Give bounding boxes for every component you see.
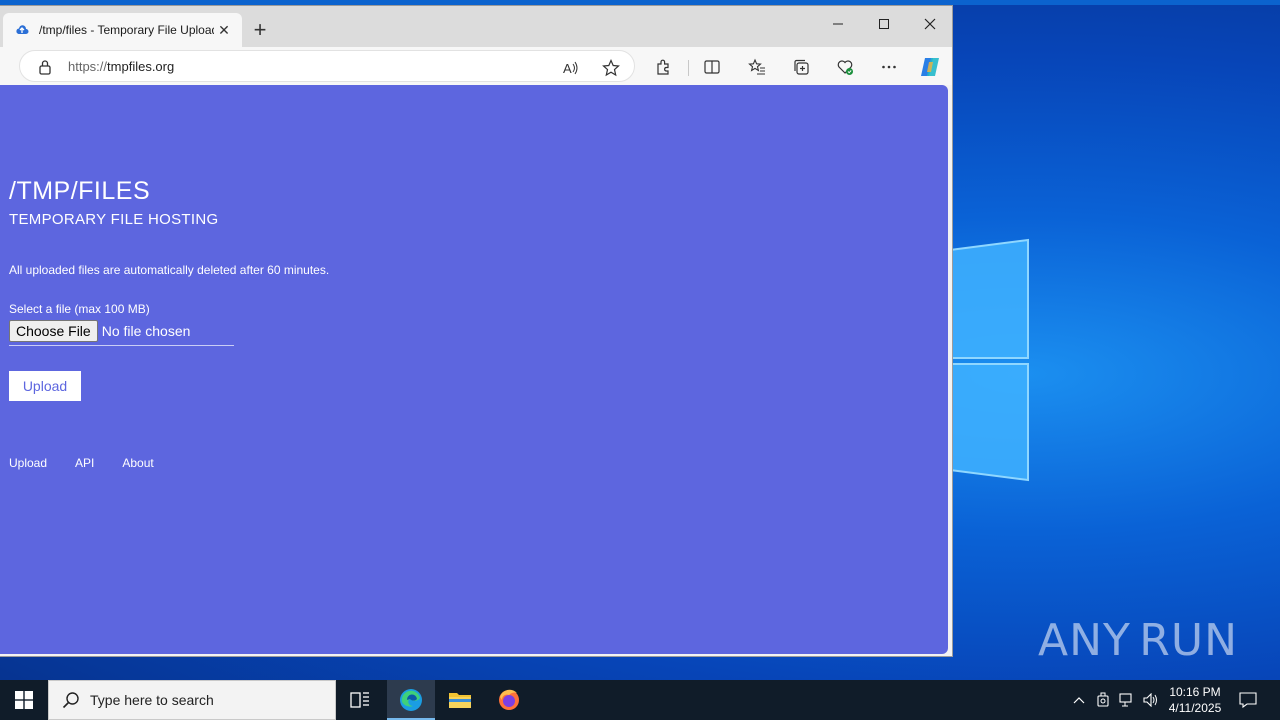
file-input[interactable]: Choose File No file chosen	[9, 320, 234, 346]
folder-icon	[449, 693, 471, 708]
address-bar[interactable]: https://tmpfiles.org A	[19, 50, 635, 82]
close-icon	[924, 18, 936, 30]
taskbar-file-explorer[interactable]	[436, 680, 484, 720]
browser-essentials-icon[interactable]	[834, 56, 856, 78]
new-tab-button[interactable]: +	[248, 17, 272, 42]
minimize-button[interactable]	[815, 8, 861, 40]
windows-logo-wallpaper	[949, 238, 1029, 482]
tray-network[interactable]	[1116, 680, 1138, 720]
action-center-button[interactable]	[1234, 680, 1262, 720]
footer-link-about[interactable]: About	[122, 456, 153, 470]
maximize-button[interactable]	[861, 8, 907, 40]
tray-volume[interactable]	[1140, 680, 1162, 720]
network-icon	[1119, 693, 1132, 707]
clock-time: 10:16 PM	[1169, 685, 1221, 699]
collections-icon[interactable]	[790, 56, 812, 78]
clock-date: 4/11/2025	[1168, 701, 1222, 715]
windows-start-icon	[15, 691, 33, 709]
favorite-star-icon[interactable]	[600, 57, 622, 79]
more-options-icon[interactable]	[878, 56, 900, 78]
edge-icon	[400, 689, 422, 711]
close-window-button[interactable]	[907, 8, 953, 40]
notification-icon	[1239, 692, 1257, 708]
volume-icon	[1143, 693, 1157, 707]
maximize-icon	[879, 19, 889, 29]
browser-window: /tmp/files - Temporary File Upload ✕ + h…	[0, 5, 953, 657]
toolbar-separator	[688, 60, 689, 76]
address-row: https://tmpfiles.org A	[0, 47, 952, 85]
file-status-text: No file chosen	[101, 323, 191, 339]
split-screen-icon[interactable]	[701, 56, 723, 78]
read-aloud-icon[interactable]: A	[560, 57, 582, 79]
page-content: /TMP/FILES TEMPORARY FILE HOSTING All up…	[0, 85, 948, 654]
favorites-icon[interactable]	[746, 56, 768, 78]
choose-file-button[interactable]: Choose File	[9, 320, 98, 342]
lock-icon[interactable]	[38, 59, 52, 75]
page-title: /TMP/FILES	[9, 177, 151, 205]
tab-bar: /tmp/files - Temporary File Upload ✕ +	[0, 6, 952, 47]
anyrun-watermark: ANY RUN	[1038, 614, 1238, 666]
start-button[interactable]	[0, 680, 48, 720]
minimize-icon	[833, 23, 843, 25]
taskbar: Type here to search 10:16 PM 4/11/2025	[0, 680, 1280, 720]
chevron-up-icon	[1073, 697, 1085, 704]
usb-device-icon	[1097, 692, 1109, 707]
tab-tmpfiles[interactable]: /tmp/files - Temporary File Upload ✕	[3, 13, 242, 47]
taskbar-clock[interactable]: 10:16 PM 4/11/2025	[1160, 684, 1230, 716]
file-select-label: Select a file (max 100 MB)	[9, 302, 150, 316]
url-text[interactable]: https://tmpfiles.org	[68, 59, 174, 74]
tab-title: /tmp/files - Temporary File Upload	[39, 23, 214, 37]
task-view-button[interactable]	[336, 680, 384, 720]
footer-link-api[interactable]: API	[75, 456, 94, 470]
retention-note: All uploaded files are automatically del…	[9, 263, 330, 277]
firefox-icon	[499, 689, 519, 710]
tray-device[interactable]	[1092, 680, 1114, 720]
search-icon	[62, 692, 79, 709]
footer-nav: Upload API About	[9, 456, 182, 470]
upload-button[interactable]: Upload	[9, 371, 81, 401]
search-placeholder: Type here to search	[90, 692, 214, 708]
taskbar-search-box[interactable]: Type here to search	[48, 680, 336, 720]
taskbar-edge[interactable]	[387, 680, 435, 720]
taskbar-firefox[interactable]	[485, 680, 533, 720]
page-subtitle: TEMPORARY FILE HOSTING	[9, 211, 219, 228]
copilot-icon[interactable]	[919, 56, 941, 78]
task-view-icon	[350, 692, 369, 708]
svg-text:A: A	[563, 61, 572, 76]
show-hidden-icons[interactable]	[1068, 680, 1090, 720]
cloud-upload-icon	[16, 25, 29, 34]
extensions-icon[interactable]	[653, 56, 675, 78]
footer-link-upload[interactable]: Upload	[9, 456, 47, 470]
close-tab-icon[interactable]: ✕	[214, 20, 234, 40]
